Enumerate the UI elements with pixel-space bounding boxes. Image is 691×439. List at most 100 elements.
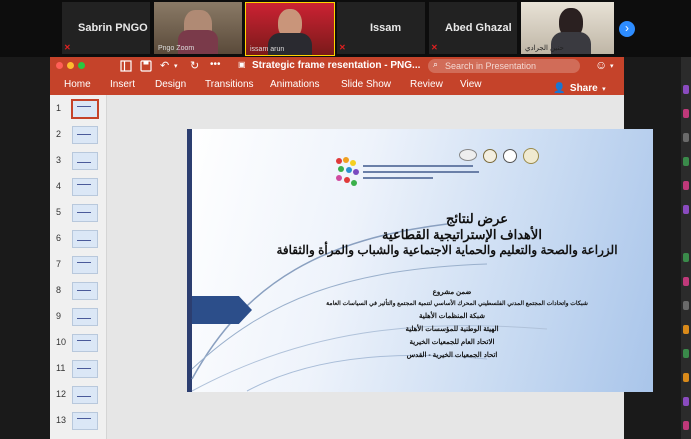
participant-name: Sabrin PNGO xyxy=(78,22,148,34)
slide-number: 4 xyxy=(56,181,62,191)
thumbnail-title-line xyxy=(77,240,91,241)
sidebar-toggle-icon[interactable] xyxy=(120,60,132,72)
zoom-window-button[interactable] xyxy=(78,62,85,69)
slide-thumbnail[interactable] xyxy=(71,99,99,119)
participant-name: Issam xyxy=(370,22,402,34)
participant-tile-active-speaker[interactable]: issam arun xyxy=(245,2,335,56)
thumbnail-title-line xyxy=(77,340,91,341)
slide-thumbnail[interactable] xyxy=(72,412,98,430)
thumbnail-title-line xyxy=(77,368,91,369)
slide-subtitle-line: اتحاد الجمعيات الخيرية - القدس xyxy=(406,352,498,359)
powerpoint-window: ↶ ▾ ↻ ••• ▣ Strategic frame resentation … xyxy=(50,57,653,439)
partner-logos xyxy=(459,146,545,164)
current-slide[interactable]: عرض لنتائج الأهداف الإستراتيجية القطاعية… xyxy=(187,129,653,392)
side-panel-edge xyxy=(681,57,691,439)
ribbon-tabs: Home Insert Design Transitions Animation… xyxy=(50,75,624,95)
slide-thumbnail[interactable] xyxy=(72,308,98,326)
side-item[interactable] xyxy=(683,205,689,214)
side-item[interactable] xyxy=(683,421,689,430)
title-bar: ↶ ▾ ↻ ••• ▣ Strategic frame resentation … xyxy=(50,57,624,75)
logo-caption-lines xyxy=(363,161,483,185)
slide-number: 12 xyxy=(56,389,67,399)
mic-muted-icon: ✕ xyxy=(64,43,71,52)
chevron-right-icon: › xyxy=(625,21,629,35)
participant-name: Pngo Zoom xyxy=(158,45,195,52)
slide-thumbnail[interactable] xyxy=(72,126,98,144)
tab-slide-show[interactable]: Slide Show xyxy=(341,79,391,90)
more-icon[interactable]: ••• xyxy=(210,59,221,70)
slide-number: 9 xyxy=(56,311,62,321)
side-item[interactable] xyxy=(683,349,689,358)
participant-name: Abed Ghazal xyxy=(445,22,512,34)
mic-muted-icon: ✕ xyxy=(339,43,346,52)
slide-title-line-2: الأهداف الإستراتيجية القطاعية xyxy=(382,227,542,242)
participant-tile[interactable]: Abed Ghazal ✕ xyxy=(429,2,517,54)
side-item[interactable] xyxy=(683,157,689,166)
slide-title-line-3: الزراعة والصحة والتعليم والحماية الاجتما… xyxy=(276,243,618,257)
participant-tile[interactable]: Issam ✕ xyxy=(337,2,425,54)
slide-subtitle-line: الاتحاد العام للجمعيات الخيرية xyxy=(409,339,495,346)
side-item[interactable] xyxy=(683,133,689,142)
side-item[interactable] xyxy=(683,181,689,190)
side-item[interactable] xyxy=(683,397,689,406)
thumbnail-title-line xyxy=(77,184,91,185)
tab-home[interactable]: Home xyxy=(64,79,91,90)
side-item[interactable] xyxy=(683,85,689,94)
slide-number: 13 xyxy=(56,415,67,425)
slide-number: 1 xyxy=(56,103,62,113)
slide-number: 6 xyxy=(56,233,62,243)
side-item[interactable] xyxy=(683,301,689,310)
share-button[interactable]: 👤 Share ▾ xyxy=(553,78,606,96)
slide-number: 8 xyxy=(56,285,62,295)
close-window-button[interactable] xyxy=(56,62,63,69)
save-icon[interactable] xyxy=(140,60,152,72)
partner-logo-icon xyxy=(483,149,497,163)
slide-thumbnail[interactable] xyxy=(72,152,98,170)
slide-thumbnail[interactable] xyxy=(72,256,98,274)
tab-view[interactable]: View xyxy=(460,79,482,90)
next-page-button[interactable]: › xyxy=(619,21,635,37)
slide-thumbnail-pane: 1 2 3 4 5 6 7 8 9 10 11 12 13 xyxy=(50,95,107,439)
slide-number: 10 xyxy=(56,337,67,347)
smiley-feedback-icon[interactable]: ☺ xyxy=(595,58,607,72)
participant-tile[interactable]: Sabrin PNGO ✕ xyxy=(62,2,150,54)
slide-thumbnail[interactable] xyxy=(72,178,98,196)
partner-logo-icon xyxy=(503,149,517,163)
thumbnail-title-line xyxy=(77,396,91,397)
slide-thumbnail[interactable] xyxy=(72,282,98,300)
undo-icon[interactable]: ↶ xyxy=(160,59,169,72)
share-label: Share xyxy=(569,83,598,94)
chevron-down-icon: ▾ xyxy=(602,86,606,93)
slide-thumbnail[interactable] xyxy=(72,386,98,404)
chevron-down-icon[interactable]: ▾ xyxy=(610,62,614,70)
side-item[interactable] xyxy=(683,325,689,334)
tab-review[interactable]: Review xyxy=(410,79,443,90)
tab-transitions[interactable]: Transitions xyxy=(205,79,254,90)
side-item[interactable] xyxy=(683,277,689,286)
side-item[interactable] xyxy=(683,373,689,382)
redo-icon[interactable]: ↻ xyxy=(190,59,199,72)
tab-animations[interactable]: Animations xyxy=(270,79,319,90)
slide-canvas-area: عرض لنتائج الأهداف الإستراتيجية القطاعية… xyxy=(107,95,653,439)
presentation-file-icon: ▣ xyxy=(238,60,246,69)
tab-insert[interactable]: Insert xyxy=(110,79,135,90)
slide-thumbnail[interactable] xyxy=(72,334,98,352)
chevron-down-icon[interactable]: ▾ xyxy=(174,62,178,70)
thumbnail-title-line xyxy=(77,318,91,319)
slide-number: 5 xyxy=(56,207,62,217)
participant-tile-video[interactable]: حنين الجرادي xyxy=(521,2,614,54)
slide-thumbnail[interactable] xyxy=(72,360,98,378)
slide-thumbnail[interactable] xyxy=(72,230,98,248)
slide-subtitle-line: شبكات واتحادات المجتمع المدني الفلسطيني … xyxy=(326,301,588,307)
search-box[interactable]: ⌕ Search in Presentation xyxy=(428,59,580,73)
side-item[interactable] xyxy=(683,253,689,262)
window-title: Strategic frame resentation - PNG... xyxy=(252,60,421,71)
partner-logo-icon xyxy=(523,148,539,164)
minimize-window-button[interactable] xyxy=(67,62,74,69)
participant-tile-video[interactable]: Pngo Zoom xyxy=(154,2,242,54)
participant-name: issam arun xyxy=(250,46,285,53)
slide-thumbnail[interactable] xyxy=(72,204,98,222)
side-item[interactable] xyxy=(683,109,689,118)
tab-design[interactable]: Design xyxy=(155,79,186,90)
add-person-icon: 👤 xyxy=(553,83,566,94)
